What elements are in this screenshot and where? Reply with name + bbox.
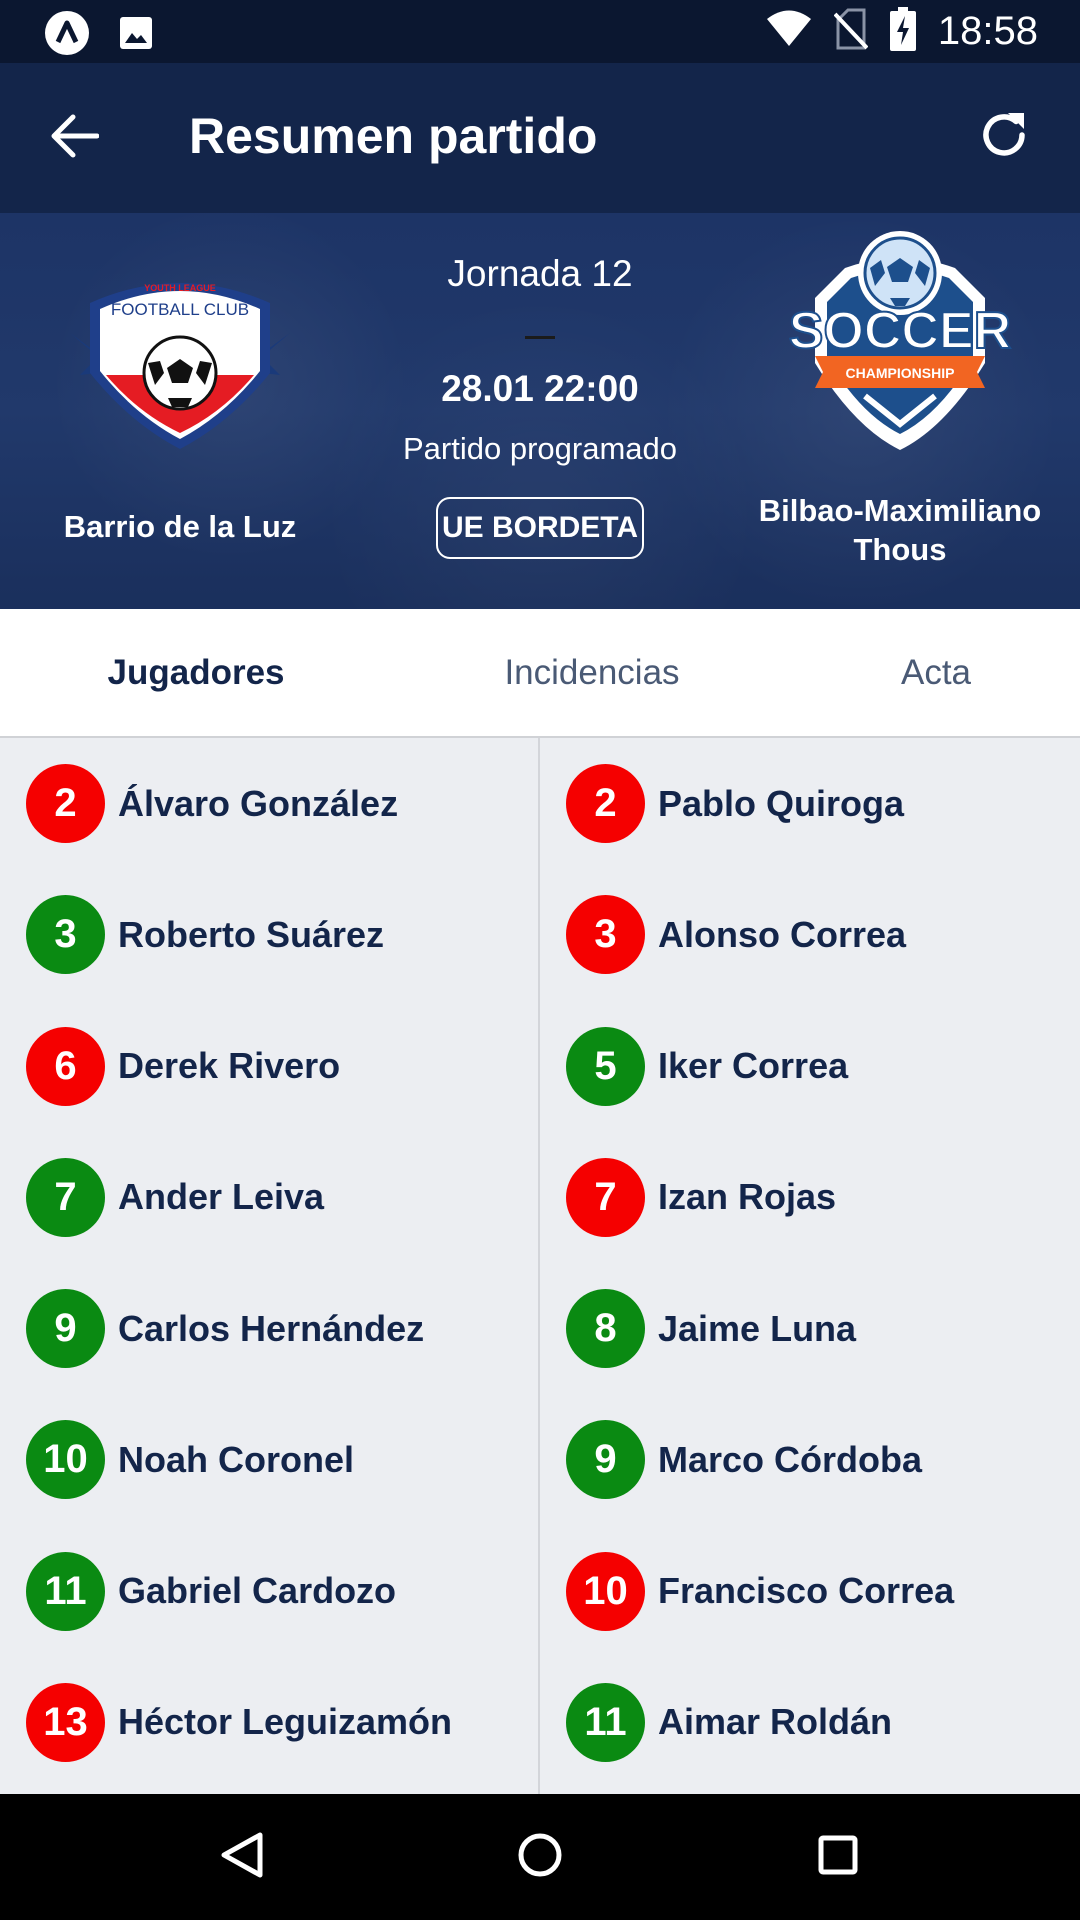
app-launcher-icon (44, 10, 90, 61)
home-logo-top-text: YOUTH LEAGUE (144, 283, 216, 293)
navigation-bar (0, 1794, 1080, 1920)
home-players-list: 2 Álvaro González 3 Roberto Suárez 6 Derek Ri… (0, 738, 540, 1788)
player-row[interactable]: 2 Álvaro González (0, 738, 540, 869)
nav-home-button[interactable] (510, 1827, 570, 1887)
triangle-back-icon (220, 1831, 264, 1884)
player-row[interactable]: 11 Gabriel Cardozo (0, 1526, 540, 1657)
away-logo-main-text: SOCCER (789, 302, 1011, 360)
svg-text:★: ★ (130, 343, 143, 359)
player-number-badge: 6 (26, 1026, 105, 1106)
home-logo-main-text: FOOTBALL CLUB (111, 300, 249, 319)
player-name: Pablo Quiroga (658, 782, 905, 824)
refresh-icon (978, 109, 1030, 166)
player-row[interactable]: 2 Pablo Quiroga (540, 738, 1080, 869)
player-name: Aimar Roldán (658, 1701, 893, 1743)
status-time: 18:58 (937, 9, 1038, 53)
player-name: Gabriel Cardozo (118, 1570, 397, 1612)
player-number-badge: 2 (26, 764, 105, 844)
player-row[interactable]: 8 Jaime Luna (540, 1263, 1080, 1394)
match-header: YOUTH LEAGUE FOOTBALL CLUB ★ ★ SOCCER CH… (0, 213, 1080, 609)
image-icon (118, 15, 154, 56)
score-separator (525, 336, 555, 339)
refresh-button[interactable] (968, 101, 1040, 173)
player-number-badge: 7 (566, 1157, 645, 1237)
player-name: Jaime Luna (658, 1307, 857, 1349)
player-number-badge: 10 (26, 1420, 105, 1500)
player-number-badge: 11 (26, 1551, 105, 1631)
player-name: Ander Leiva (118, 1176, 325, 1218)
player-number-badge: 11 (566, 1682, 645, 1762)
match-status: Partido programado (403, 431, 677, 466)
player-row[interactable]: 5 Iker Correa (540, 1001, 1080, 1132)
player-number-badge: 2 (566, 764, 645, 844)
player-number-badge: 9 (566, 1420, 645, 1500)
square-recents-icon (817, 1834, 859, 1881)
battery-charging-icon (889, 7, 916, 56)
svg-text:★: ★ (218, 343, 231, 359)
page-title: Resumen partido (189, 108, 598, 164)
player-row[interactable]: 7 Izan Rojas (540, 1132, 1080, 1263)
away-team-name: Bilbao-Maximiliano Thous (758, 493, 1042, 567)
player-name: Carlos Hernández (118, 1307, 425, 1349)
player-row[interactable]: 11 Aimar Roldán (540, 1657, 1080, 1788)
player-number-badge: 8 (566, 1289, 645, 1369)
tab-incidencias[interactable]: Incidencias (392, 609, 792, 736)
player-name: Iker Correa (658, 1045, 849, 1087)
player-row[interactable]: 3 Roberto Suárez (0, 869, 540, 1000)
player-name: Álvaro González (118, 782, 399, 824)
player-row[interactable]: 10 Noah Coronel (0, 1394, 540, 1525)
status-bar: 18:58 (0, 0, 1080, 63)
player-row[interactable]: 7 Ander Leiva (0, 1132, 540, 1263)
player-number-badge: 3 (26, 895, 105, 975)
player-row[interactable]: 3 Alonso Correa (540, 869, 1080, 1000)
player-number-badge: 13 (26, 1682, 105, 1762)
player-name: Derek Rivero (118, 1045, 341, 1087)
circle-home-icon (517, 1832, 563, 1883)
no-sim-icon (833, 8, 869, 55)
player-name: Roberto Suárez (118, 913, 385, 955)
player-name: Marco Córdoba (658, 1438, 923, 1480)
player-name: Noah Coronel (118, 1438, 355, 1480)
tab-jugadores[interactable]: Jugadores (0, 609, 392, 736)
arrow-left-icon (51, 114, 100, 163)
player-number-badge: 5 (566, 1026, 645, 1106)
player-name: Francisco Correa (658, 1570, 955, 1612)
player-row[interactable]: 9 Marco Córdoba (540, 1394, 1080, 1525)
app-bar: Resumen partido (0, 63, 1080, 213)
player-number-badge: 10 (566, 1551, 645, 1631)
away-players-list: 2 Pablo Quiroga 3 Alonso Correa 5 Iker Correa… (540, 738, 1080, 1788)
player-name: Héctor Leguizamón (118, 1701, 453, 1743)
home-team-name: Barrio de la Luz (63, 509, 297, 544)
player-number-badge: 9 (26, 1289, 105, 1369)
nav-back-button[interactable] (212, 1827, 272, 1887)
player-row[interactable]: 6 Derek Rivero (0, 1001, 540, 1132)
wifi-icon (766, 10, 812, 53)
player-row[interactable]: 10 Francisco Correa (540, 1526, 1080, 1657)
player-name: Izan Rojas (658, 1176, 837, 1218)
away-logo-sub-text: CHAMPIONSHIP (846, 365, 955, 381)
player-row[interactable]: 13 Héctor Leguizamón (0, 1657, 540, 1788)
players-panel: 2 Álvaro González 3 Roberto Suárez 6 Derek Ri… (0, 738, 1080, 1794)
player-number-badge: 3 (566, 895, 645, 975)
home-team-logo: YOUTH LEAGUE FOOTBALL CLUB ★ ★ (60, 263, 300, 453)
round-label: Jornada 12 (447, 253, 633, 294)
nav-recents-button[interactable] (808, 1827, 868, 1887)
player-name: Alonso Correa (658, 913, 907, 955)
tab-acta[interactable]: Acta (792, 609, 1080, 736)
venue-button[interactable]: UE BORDETA (436, 497, 644, 559)
player-row[interactable]: 9 Carlos Hernández (0, 1263, 540, 1394)
player-number-badge: 7 (26, 1157, 105, 1237)
back-button[interactable] (40, 103, 110, 173)
tab-bar: Jugadores Incidencias Acta (0, 609, 1080, 738)
match-datetime: 28.01 22:00 (441, 368, 639, 409)
away-team-logo: SOCCER CHAMPIONSHIP (785, 228, 1015, 453)
